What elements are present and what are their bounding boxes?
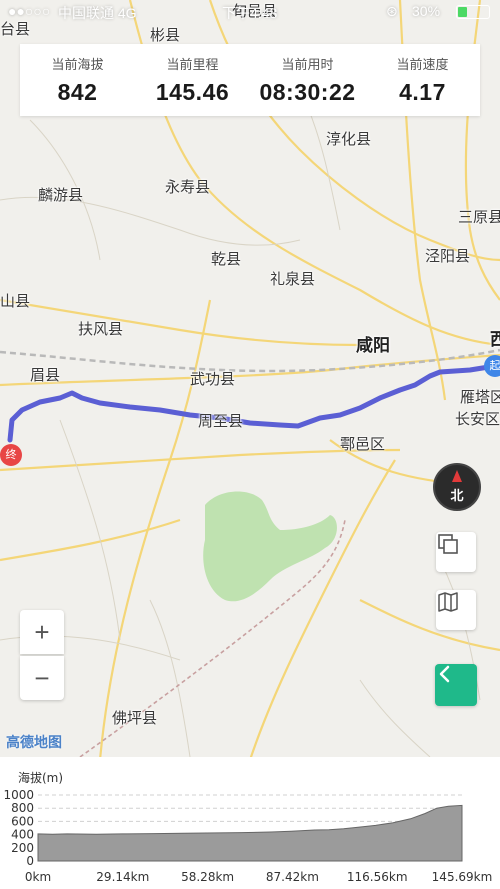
x-tick-label: 29.14km	[96, 870, 149, 884]
stat-duration: 当前用时 08:30:22	[250, 44, 365, 116]
layers-icon	[438, 534, 458, 554]
clock: 下午4:48	[222, 5, 278, 21]
place-label: 长安区	[455, 410, 500, 428]
stat-value: 842	[57, 79, 98, 105]
place-label: 礼泉县	[270, 270, 316, 288]
park-area	[203, 491, 337, 602]
place-label: 乾县	[211, 250, 242, 268]
place-label: 山县	[0, 292, 31, 310]
place-label: 雁塔区	[460, 388, 500, 406]
y-tick-label: 200	[11, 841, 34, 855]
zoom-out-button[interactable]: −	[20, 656, 64, 700]
stat-value: 145.46	[155, 79, 230, 105]
zoom-in-button[interactable]: +	[20, 610, 64, 654]
stat-value: 08:30:22	[259, 79, 356, 105]
compass-label: 北	[450, 489, 464, 504]
layers-button[interactable]	[436, 532, 476, 572]
place-label: 永寿县	[165, 178, 211, 196]
elevation-area	[37, 804, 463, 862]
place-label: 彬县	[150, 26, 181, 44]
place-label: 佛坪县	[112, 709, 158, 727]
x-tick-label: 145.69km	[432, 870, 493, 884]
battery-percent: 30%	[412, 3, 441, 19]
y-tick-label: 400	[11, 828, 34, 842]
stat-distance: 当前里程 145.46	[135, 44, 250, 116]
stat-speed: 当前速度 4.17	[365, 44, 480, 116]
place-label: 咸阳	[356, 336, 390, 356]
compass-button[interactable]: 北	[433, 463, 481, 511]
route-end-marker[interactable]: 终	[0, 444, 22, 466]
y-tick-label: 600	[11, 814, 34, 828]
route-start-marker[interactable]: 起	[484, 355, 500, 377]
stat-altitude: 当前海拔 842	[20, 44, 135, 116]
status-bar: ●●○○○ 中国联通 4G 下午4:48 ⊛ 30%	[0, 0, 500, 24]
place-label: 鄠邑区	[340, 435, 386, 453]
place-label: 眉县	[30, 366, 61, 384]
x-tick-label: 0km	[25, 870, 51, 884]
elevation-chart: 10008006004002000 0km 29.14km 58.28km 87.42k…	[3, 788, 493, 884]
y-tick-label: 1000	[3, 788, 34, 802]
stat-label: 当前海拔	[51, 58, 104, 73]
x-tick-label: 87.42km	[266, 870, 319, 884]
folded-map-icon	[438, 592, 458, 612]
y-tick-label: 0	[26, 854, 34, 868]
signal-icon: ●●○○○	[8, 3, 51, 19]
place-label: 周至县	[198, 412, 244, 430]
place-label: 泾阳县	[425, 247, 471, 265]
elevation-panel: 海拔(m) 1000 800 600 400 200 0 0km 29.14km 58.28km…	[0, 757, 500, 889]
place-label: 武功县	[190, 370, 236, 388]
place-label: 麟游县	[38, 186, 84, 204]
map-mode-button[interactable]	[436, 590, 476, 630]
place-label: 扶风县	[78, 320, 124, 338]
stat-label: 当前用时	[281, 58, 334, 73]
y-tick-label: 800	[11, 801, 34, 815]
x-tick-label: 116.56km	[347, 870, 408, 884]
place-label: 三原县	[458, 208, 500, 226]
place-label: 淳化县	[326, 130, 372, 148]
stats-card: 当前海拔 842 当前里程 145.46 当前用时 08:30:22 当前速度 …	[20, 44, 480, 116]
map-provider-logo: 高德地图	[6, 735, 62, 751]
stat-label: 当前里程	[166, 58, 219, 73]
battery-icon	[456, 5, 490, 19]
track-route	[7, 363, 498, 443]
x-tick-label: 58.28km	[181, 870, 234, 884]
lock-rotation-icon: ⊛	[386, 3, 398, 19]
carrier-label: 中国联通 4G	[58, 5, 137, 21]
collapse-button[interactable]	[435, 664, 477, 706]
stat-label: 当前速度	[396, 58, 449, 73]
place-label: 西	[490, 330, 500, 350]
chevron-left-icon	[439, 665, 450, 683]
stat-value: 4.17	[399, 79, 446, 105]
